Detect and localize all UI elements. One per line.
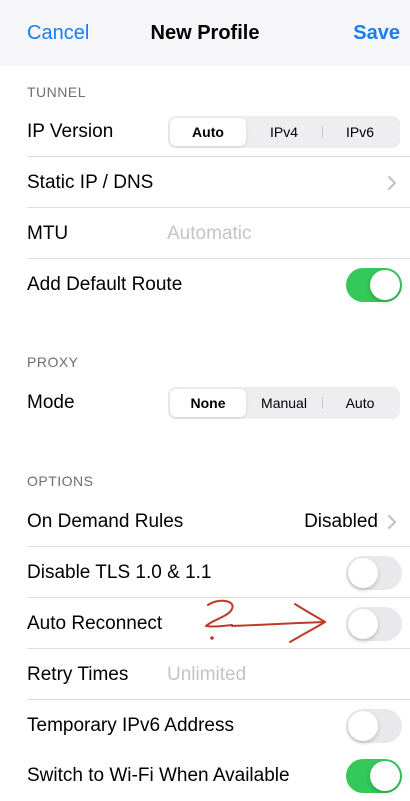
ip-version-option-ipv4[interactable]: IPv4 xyxy=(246,118,322,146)
ip-version-segmented-control: Auto IPv4 IPv6 xyxy=(168,115,400,148)
add-default-route-label: Add Default Route xyxy=(27,273,183,295)
on-demand-rules-row[interactable]: On Demand Rules Disabled xyxy=(0,496,410,547)
disable-tls-label: Disable TLS 1.0 & 1.1 xyxy=(27,561,212,583)
retry-times-row: Retry Times Unlimited xyxy=(0,649,410,700)
toggle-knob xyxy=(348,557,378,588)
proxy-mode-segmented-control: None Manual Auto xyxy=(168,386,400,419)
mtu-input[interactable]: Automatic xyxy=(167,223,251,245)
auto-reconnect-label: Auto Reconnect xyxy=(27,612,163,634)
retry-times-label: Retry Times xyxy=(27,663,129,685)
chevron-right-icon xyxy=(387,175,397,190)
switch-to-wifi-row: Switch to Wi-Fi When Available xyxy=(0,750,410,801)
disable-tls-toggle[interactable] xyxy=(346,555,402,590)
section-header-tunnel: TUNNEL xyxy=(0,66,410,106)
navigation-bar: Cancel New Profile Save xyxy=(0,0,410,66)
mtu-row: MTU Automatic xyxy=(0,208,410,259)
on-demand-rules-label: On Demand Rules xyxy=(27,510,184,532)
section-label-options: OPTIONS xyxy=(27,473,94,489)
static-ip-dns-row[interactable]: Static IP / DNS xyxy=(0,157,410,208)
ip-version-option-auto[interactable]: Auto xyxy=(170,117,246,146)
proxy-mode-option-manual[interactable]: Manual xyxy=(246,389,322,417)
static-ip-dns-label: Static IP / DNS xyxy=(27,171,154,193)
switch-to-wifi-label: Switch to Wi-Fi When Available xyxy=(27,764,290,786)
proxy-mode-label: Mode xyxy=(27,391,75,413)
mtu-label: MTU xyxy=(27,222,69,244)
ip-version-label: IP Version xyxy=(27,120,114,142)
toggle-knob xyxy=(370,760,400,791)
add-default-route-toggle[interactable] xyxy=(346,267,402,302)
disable-tls-row: Disable TLS 1.0 & 1.1 xyxy=(0,547,410,598)
proxy-mode-row: Mode None Manual Auto xyxy=(0,377,410,428)
switch-to-wifi-toggle[interactable] xyxy=(346,758,402,793)
toggle-knob xyxy=(370,269,400,300)
temporary-ipv6-label: Temporary IPv6 Address xyxy=(27,714,234,736)
proxy-mode-option-none[interactable]: None xyxy=(170,388,246,417)
section-label-tunnel: TUNNEL xyxy=(27,84,87,100)
save-button[interactable]: Save xyxy=(353,20,400,46)
page-title: New Profile xyxy=(150,22,260,44)
proxy-mode-option-auto[interactable]: Auto xyxy=(322,389,398,417)
screen: Cancel New Profile Save TUNNEL IP Versio… xyxy=(0,0,410,801)
section-header-proxy: PROXY xyxy=(0,310,410,376)
toggle-knob xyxy=(348,608,378,639)
toggle-knob xyxy=(348,710,378,741)
temporary-ipv6-toggle[interactable] xyxy=(346,708,402,743)
retry-times-input[interactable]: Unlimited xyxy=(167,664,246,686)
temporary-ipv6-row: Temporary IPv6 Address xyxy=(0,700,410,751)
add-default-route-row: Add Default Route xyxy=(0,259,410,310)
auto-reconnect-row: Auto Reconnect xyxy=(0,598,410,649)
ip-version-row: IP Version Auto IPv4 IPv6 xyxy=(0,106,410,157)
ip-version-option-ipv6[interactable]: IPv6 xyxy=(322,118,398,146)
section-header-options: OPTIONS xyxy=(0,428,410,495)
chevron-right-icon xyxy=(387,514,397,529)
section-label-proxy: PROXY xyxy=(27,354,79,370)
auto-reconnect-toggle[interactable] xyxy=(346,606,402,641)
on-demand-rules-value: Disabled xyxy=(304,510,378,532)
